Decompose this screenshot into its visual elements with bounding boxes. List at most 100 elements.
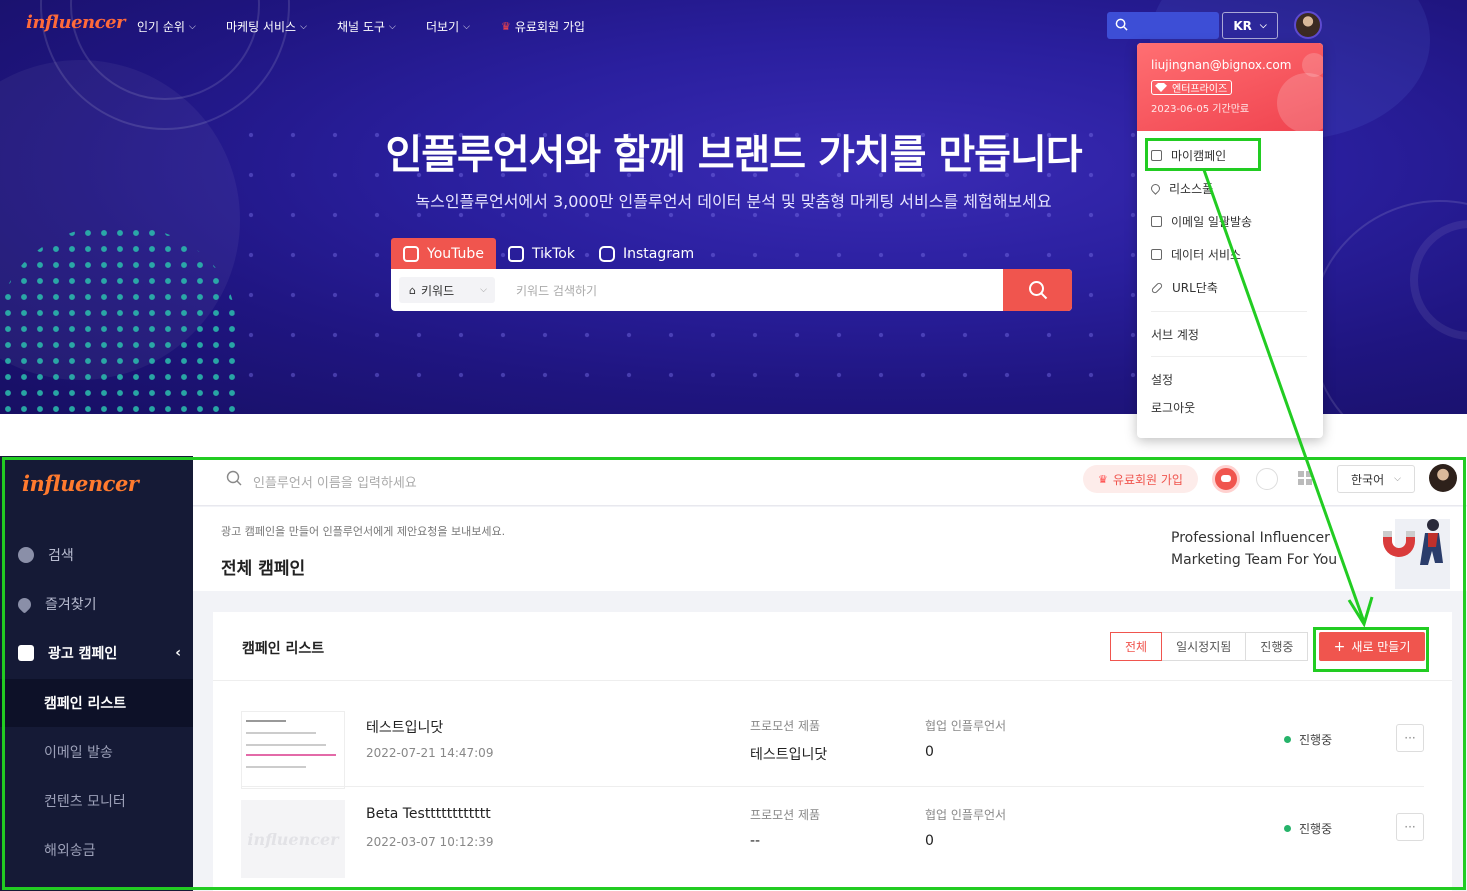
sidebar-item-search[interactable]: 검색 [0, 531, 193, 579]
search-icon [226, 470, 242, 486]
language-select[interactable]: 한국어 ⌵ [1337, 465, 1415, 493]
divider [241, 786, 1424, 787]
thumbnail-logo: influencer [247, 829, 339, 849]
tab-youtube[interactable]: YouTube [391, 238, 496, 269]
decor-bubble [1302, 53, 1323, 77]
sidebar-item-campaign-list[interactable]: 캠페인 리스트 [0, 679, 193, 727]
status-filter-group: 전체 일시정지됨 진행중 [1110, 632, 1309, 661]
campaign-date: 2022-03-07 10:12:39 [366, 835, 494, 849]
magnet-illustration [1383, 519, 1450, 589]
new-campaign-button[interactable]: + 새로 만들기 [1319, 632, 1425, 661]
sidebar-item-label: 광고 캠페인 [48, 646, 118, 662]
menu-label: 리소스풀 [1169, 182, 1214, 196]
screenshot-root: influencer 인기 순위 ⌵ 마케팅 서비스 ⌵ 채널 도구 ⌵ 더보기 ⌵ ♛… [0, 0, 1467, 891]
crown-icon: ♛ [1098, 472, 1108, 486]
keyword-search-input[interactable]: 키워드 검색하기 [516, 282, 597, 299]
status-badge: 진행중 [1284, 731, 1332, 748]
nav-channel-tools[interactable]: 채널 도구 ⌵ [337, 18, 396, 35]
document-icon [1151, 150, 1162, 161]
thumb-line [246, 744, 326, 746]
compass-icon [18, 547, 34, 563]
campaign-name[interactable]: 테스트입니닷 [366, 717, 443, 737]
heart-icon [1149, 182, 1162, 195]
decor-bubble [1277, 73, 1323, 131]
chevron-down-icon: ⌵ [1259, 20, 1267, 31]
sidebar-item-content-monitor[interactable]: 컨텐츠 모니터 [0, 777, 193, 825]
campaign-row[interactable]: 테스트입니닷 2022-07-21 14:47:09 프로모션 제품 테스트입니… [241, 711, 1424, 791]
menu-logout[interactable]: 로그아웃 [1137, 391, 1323, 424]
account-header: liujingnan@bignox.com 엔터프라이즈 2023-06-05 … [1137, 43, 1323, 131]
status-label: 진행중 [1299, 733, 1333, 747]
sidebar-item-ad-campaign[interactable]: 광고 캠페인 ‹ [0, 629, 193, 677]
influencer-label: 협업 인플루언서 [925, 808, 1007, 822]
influencer-label: 협업 인플루언서 [925, 719, 1007, 733]
menu-sub-account[interactable]: 서브 계정 [1137, 312, 1323, 356]
app-header: 인플루언서 이름을 입력하세요 ♛ 유료회원 가입 한국어 ⌵ [193, 456, 1467, 506]
promo-line: Marketing Team For You [1171, 552, 1338, 568]
plan-label: 엔터프라이즈 [1172, 84, 1228, 95]
menu-bulk-email[interactable]: 이메일 일괄발송 [1137, 205, 1323, 238]
menu-label: 이메일 일괄발송 [1171, 215, 1253, 229]
status-label: 진행중 [1299, 822, 1333, 836]
sidebar-item-email-send[interactable]: 이메일 발송 [0, 728, 193, 776]
apps-grid-icon[interactable] [1298, 471, 1312, 485]
more-options-button[interactable]: ··· [1396, 813, 1424, 841]
hero-search-box: ⌂ 키워드 ⌵ 키워드 검색하기 [391, 269, 1072, 311]
platform-tabs: YouTube TikTok Instagram [391, 238, 706, 269]
logo[interactable]: influencer [22, 471, 139, 496]
status-dot-icon [1284, 825, 1291, 832]
nav-label: 더보기 [426, 20, 460, 34]
status-dot-icon [1284, 736, 1291, 743]
menu-my-campaign[interactable]: 마이캠페인 [1137, 139, 1323, 172]
tag-icon: ⌂ [409, 283, 416, 297]
tab-tiktok[interactable]: TikTok [496, 238, 587, 269]
thumb-line [246, 720, 286, 722]
keyword-select-label: 키워드 [420, 283, 455, 298]
bell-icon[interactable] [1256, 468, 1278, 490]
sidebar-item-label: 즐겨찾기 [45, 597, 97, 613]
product-label: 프로모션 제품 [750, 719, 821, 733]
chevron-down-icon: ⌵ [463, 21, 470, 32]
search-icon [1115, 18, 1128, 31]
avatar[interactable] [1294, 11, 1322, 39]
status-badge: 진행중 [1284, 820, 1332, 837]
data-icon [1151, 249, 1162, 260]
tab-instagram[interactable]: Instagram [587, 238, 706, 269]
promo-line: Professional Influencer [1171, 530, 1330, 546]
keyword-type-select[interactable]: ⌂ 키워드 ⌵ [399, 277, 495, 303]
sidebar-item-remittance[interactable]: 해외송금 [0, 826, 193, 874]
avatar[interactable] [1429, 464, 1457, 492]
premium-label: 유료회원 가입 [1112, 472, 1183, 487]
nav-premium[interactable]: ♛ 유료회원 가입 [501, 18, 585, 35]
campaign-name[interactable]: Beta Testttttttttttt [366, 806, 491, 822]
menu-data-service[interactable]: 데이터 서비스 [1137, 238, 1323, 271]
menu-resource-pool[interactable]: 리소스풀 [1137, 172, 1323, 205]
nav-ranking[interactable]: 인기 순위 ⌵ [137, 18, 196, 35]
sidebar-item-favorites[interactable]: 즐겨찾기 [0, 580, 193, 628]
chat-icon[interactable] [1212, 465, 1240, 493]
account-email: liujingnan@bignox.com [1151, 58, 1292, 72]
influencer-search-input[interactable]: 인플루언서 이름을 입력하세요 [253, 472, 417, 491]
premium-button[interactable]: ♛ 유료회원 가입 [1083, 465, 1198, 493]
decor-dots [0, 225, 235, 414]
menu-label: 마이캠페인 [1171, 149, 1227, 163]
top-search-box[interactable] [1107, 12, 1219, 39]
chevron-left-icon[interactable]: ‹ [175, 645, 181, 661]
filter-paused[interactable]: 일시정지됨 [1161, 632, 1247, 661]
heart-icon [15, 594, 34, 614]
tab-label: YouTube [427, 245, 484, 262]
divider [213, 680, 1452, 681]
filter-active[interactable]: 진행중 [1245, 632, 1309, 661]
nav-marketing[interactable]: 마케팅 서비스 ⌵ [226, 18, 307, 35]
campaign-row[interactable]: influencer Beta Testttttttttttt 2022-03-… [241, 800, 1424, 880]
logo[interactable]: influencer [26, 12, 126, 33]
filter-all[interactable]: 전체 [1110, 632, 1163, 661]
search-button[interactable] [1003, 269, 1072, 311]
page-title: 전체 캠페인 [221, 559, 306, 579]
nav-more[interactable]: 더보기 ⌵ [426, 18, 470, 35]
language-select[interactable]: KR ⌵ [1222, 12, 1278, 39]
menu-url-shortener[interactable]: URL단축 [1137, 271, 1323, 304]
crown-icon: ♛ [501, 20, 511, 33]
promo-text: Professional Influencer Marketing Team F… [1171, 527, 1337, 571]
more-options-button[interactable]: ··· [1396, 724, 1424, 752]
